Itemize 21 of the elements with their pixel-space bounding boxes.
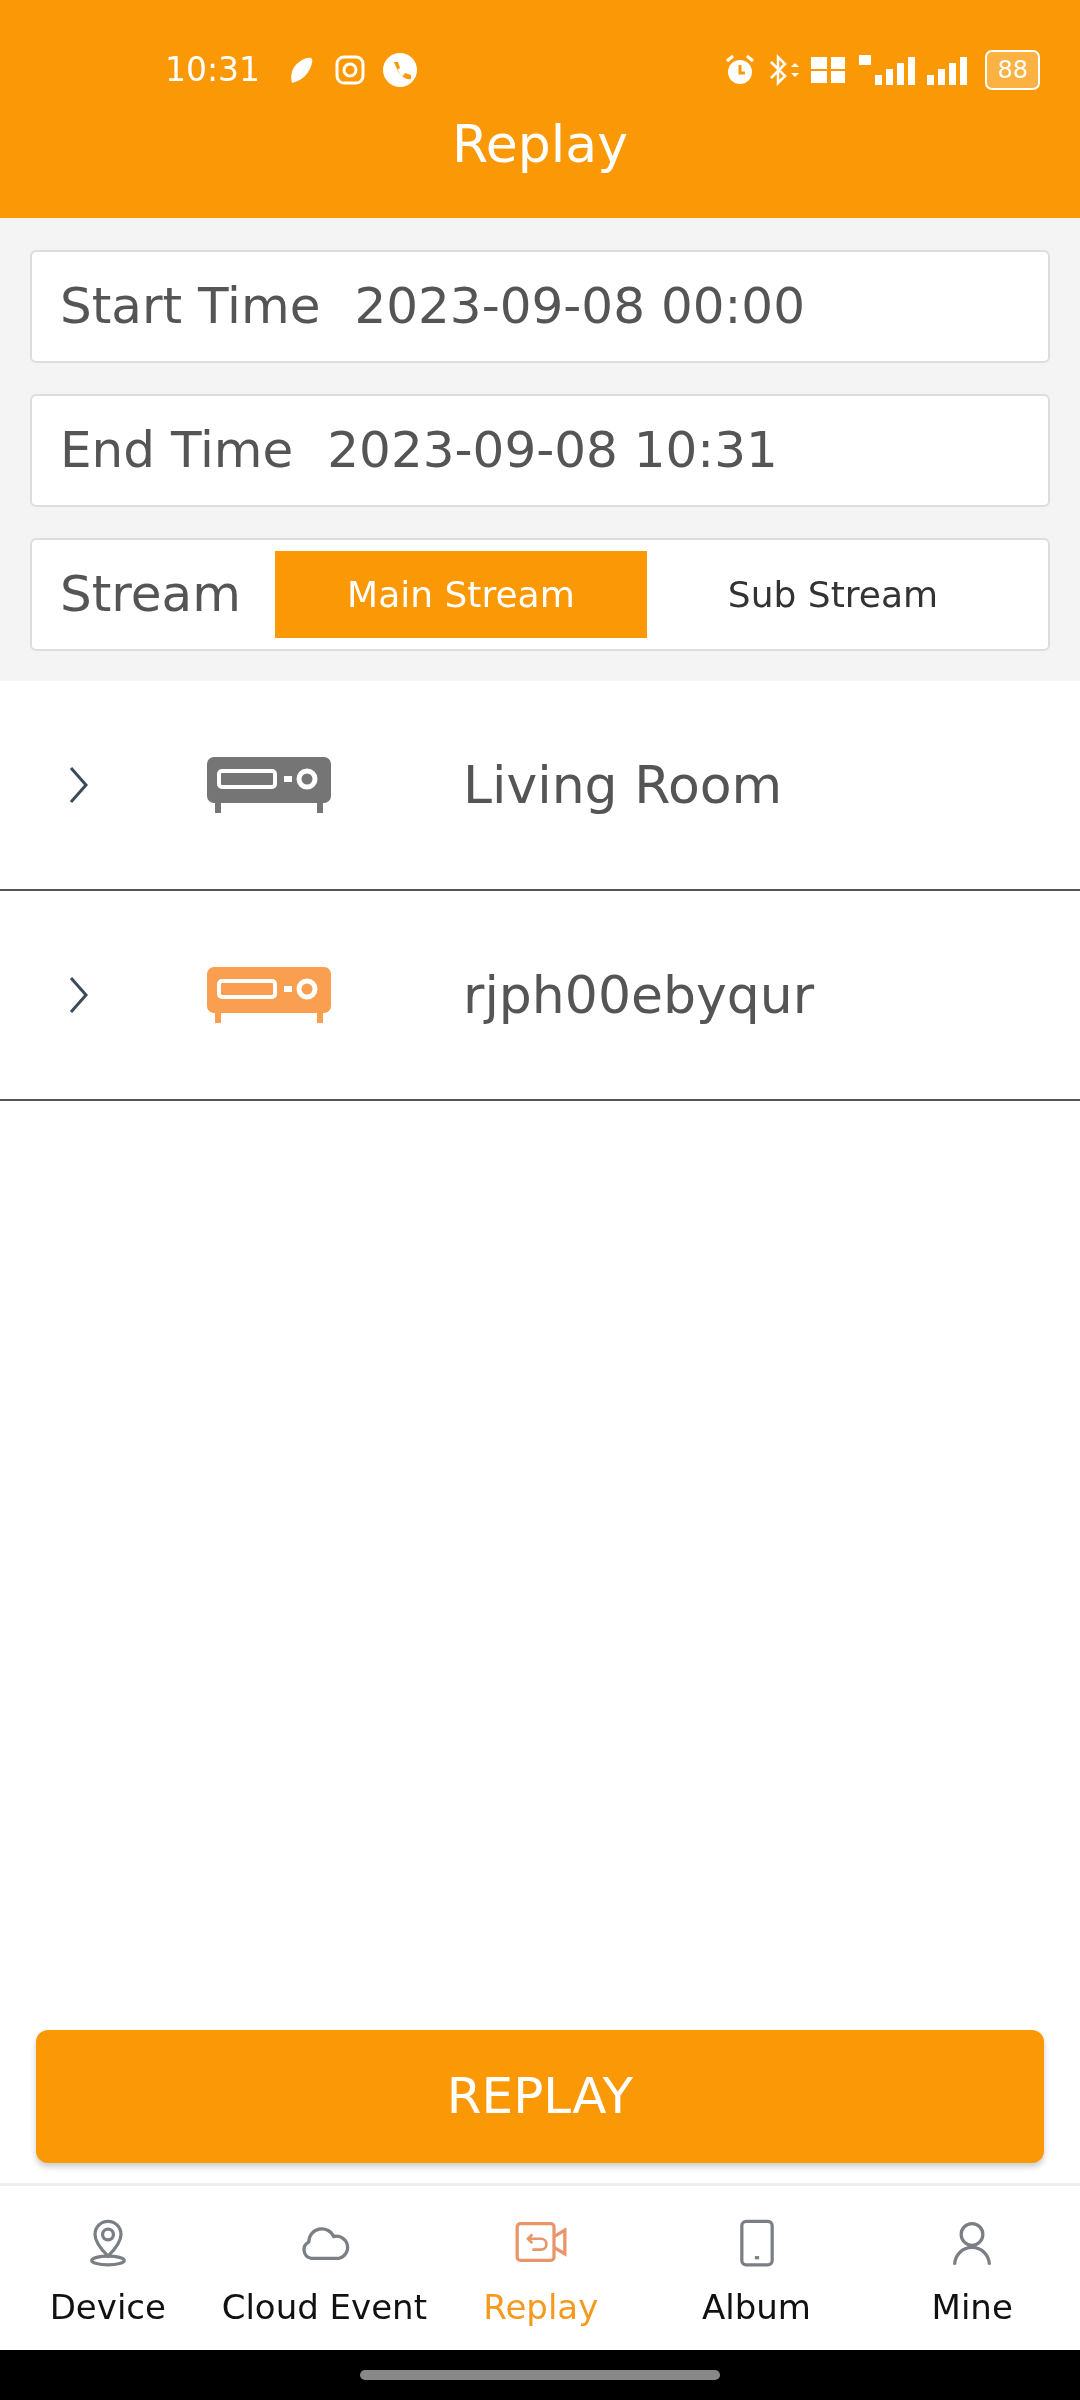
nav-tab[interactable]: Mine	[864, 2186, 1080, 2350]
camera-icon	[334, 54, 367, 86]
stream-label: Stream	[60, 564, 241, 625]
chevron-icon	[68, 975, 90, 1015]
nav-tab[interactable]: Device	[0, 2186, 216, 2350]
field-label: End Time	[60, 420, 294, 481]
field-value: 2023-09-08 00:00	[354, 276, 805, 337]
nav-tab[interactable]: Cloud Event	[215, 2186, 433, 2350]
status-time: 10:31	[165, 49, 261, 92]
input-field[interactable]: Start Time 2023-09-08 00:00	[30, 250, 1050, 363]
nav-tab[interactable]: Album	[648, 2186, 865, 2350]
phone-icon	[382, 52, 419, 88]
battery-indicator: 88	[985, 50, 1040, 90]
signal-icon	[857, 53, 918, 87]
home-indicator[interactable]	[360, 2370, 720, 2380]
input-field[interactable]: End Time 2023-09-08 10:31	[30, 394, 1050, 507]
field-value: 2023-09-08 10:31	[327, 420, 778, 481]
field-label: Start Time	[60, 276, 321, 337]
chevron-icon	[68, 765, 90, 805]
device-name[interactable]: rjph00ebyqur	[463, 956, 815, 1034]
device-name[interactable]: Living Room	[463, 746, 783, 824]
